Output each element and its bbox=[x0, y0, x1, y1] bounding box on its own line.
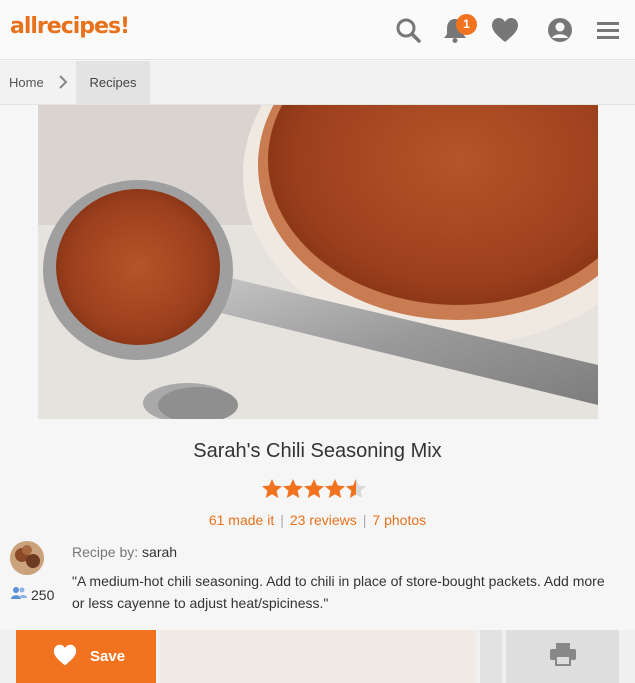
breadcrumb: Home Recipes bbox=[0, 61, 635, 105]
more-button[interactable] bbox=[480, 630, 502, 683]
notification-badge: 1 bbox=[456, 14, 477, 35]
recipe-stats: 61 made it | 23 reviews | 7 photos bbox=[208, 512, 427, 528]
reviews-link[interactable]: 23 reviews bbox=[290, 512, 357, 528]
heart-icon bbox=[52, 643, 78, 671]
chevron-right-icon bbox=[58, 74, 68, 95]
recipe-title: Sarah's Chili Seasoning Mix bbox=[193, 440, 442, 462]
search-icon[interactable] bbox=[394, 16, 422, 44]
followers-number: 250 bbox=[31, 586, 55, 603]
recipe-description: "A medium-hot chili seasoning. Add to ch… bbox=[72, 573, 605, 611]
save-label: Save bbox=[90, 648, 126, 665]
star-icon bbox=[325, 479, 345, 498]
followers-icon bbox=[11, 586, 27, 603]
promo-button[interactable] bbox=[160, 630, 476, 683]
top-bar: allrecipes! 1 bbox=[0, 0, 635, 60]
breadcrumb-home[interactable]: Home bbox=[9, 75, 44, 90]
photos-link[interactable]: 7 photos bbox=[372, 512, 426, 528]
print-icon bbox=[549, 642, 577, 671]
author-name[interactable]: sarah bbox=[142, 544, 177, 560]
star-icon bbox=[304, 479, 324, 498]
action-bar: Save bbox=[0, 630, 635, 683]
half-star-icon bbox=[346, 479, 366, 498]
star-rating[interactable] bbox=[262, 479, 366, 498]
star-icon bbox=[262, 479, 282, 498]
print-button[interactable] bbox=[506, 630, 619, 683]
followers-count[interactable]: 250 bbox=[11, 586, 54, 603]
byline-label: Recipe by: bbox=[72, 544, 139, 560]
allrecipes-logo[interactable]: allrecipes! bbox=[10, 14, 130, 39]
made-it-link[interactable]: 61 made it bbox=[209, 512, 274, 528]
author-avatar[interactable] bbox=[10, 541, 44, 575]
author-byline: Recipe by: sarah bbox=[72, 544, 177, 560]
save-button[interactable]: Save bbox=[16, 630, 156, 683]
breadcrumb-recipes[interactable]: Recipes bbox=[76, 61, 150, 105]
menu-icon[interactable] bbox=[595, 16, 623, 44]
heart-icon[interactable] bbox=[490, 16, 518, 44]
recipe-photo[interactable] bbox=[38, 105, 598, 419]
star-icon bbox=[283, 479, 303, 498]
logo-text: allrecipes bbox=[10, 14, 121, 39]
user-icon[interactable] bbox=[546, 16, 574, 44]
